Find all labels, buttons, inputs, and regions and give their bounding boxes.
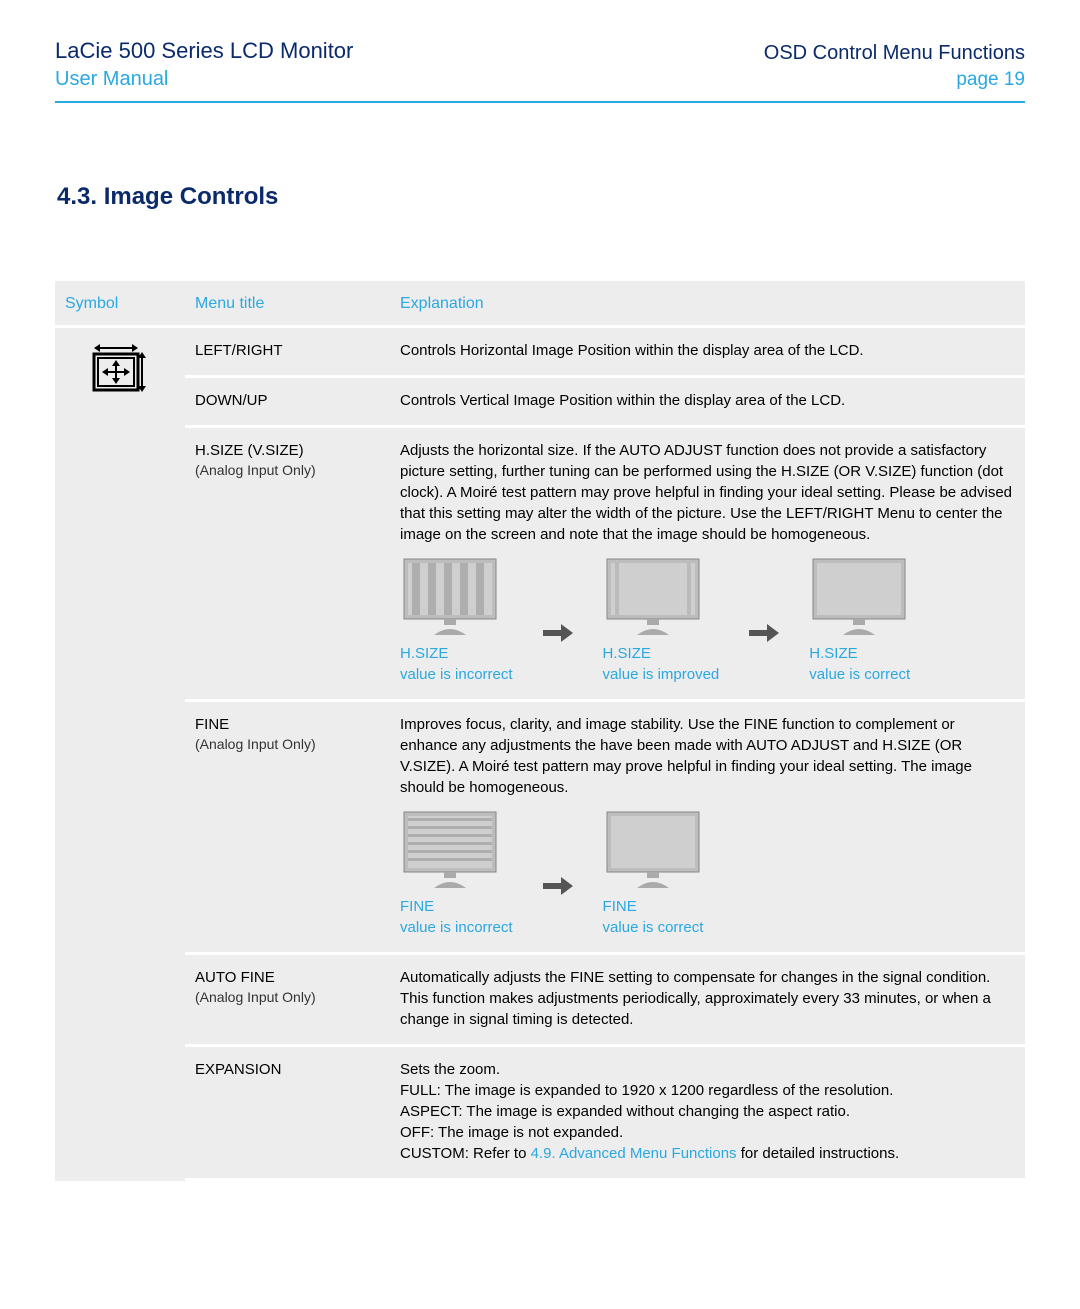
explanation-cell: Controls Horizontal Image Position withi… <box>390 327 1025 377</box>
controls-table: Symbol Menu title Explanation <box>55 281 1025 1181</box>
menu-title-cell: FINE (Analog Input Only) <box>185 701 390 954</box>
menu-title-cell: LEFT/RIGHT <box>185 327 390 377</box>
explanation-cell: Controls Vertical Image Position within … <box>390 377 1025 427</box>
explanation-text: Improves focus, clarity, and image stabi… <box>400 714 1015 798</box>
document-type: User Manual <box>55 68 353 91</box>
cross-reference-link[interactable]: 4.9. Advanced Menu Functions <box>531 1145 737 1162</box>
explanation-text: Adjusts the horizontal size. If the AUTO… <box>400 440 1015 545</box>
exp-line5: CUSTOM: Refer to 4.9. Advanced Menu Func… <box>400 1143 1015 1164</box>
col-header-menu: Menu title <box>185 281 390 327</box>
menu-title: FINE <box>195 716 229 733</box>
menu-title: AUTO FINE <box>195 969 275 986</box>
caption-sub: value is correct <box>603 917 704 938</box>
caption-title: H.SIZE <box>809 643 857 664</box>
caption-sub: value is correct <box>809 664 910 685</box>
exp-line3: ASPECT: The image is expanded without ch… <box>400 1101 1015 1122</box>
table-row: LEFT/RIGHT Controls Horizontal Image Pos… <box>55 327 1025 377</box>
menu-title: DOWN/UP <box>195 392 268 409</box>
monitor-fine-incorrect-icon <box>400 810 500 890</box>
diagram-item: FINE value is incorrect <box>400 810 513 938</box>
page-header: LaCie 500 Series LCD Monitor User Manual… <box>55 38 1025 103</box>
diagram-item: H.SIZE value is correct <box>809 557 910 685</box>
diagram-item: H.SIZE value is incorrect <box>400 557 513 685</box>
page-number: page 19 <box>764 69 1025 91</box>
monitor-fine-correct-icon <box>603 810 703 890</box>
table-row: EXPANSION Sets the zoom. FULL: The image… <box>55 1046 1025 1180</box>
caption-sub: value is incorrect <box>400 917 513 938</box>
image-controls-icon <box>90 344 150 398</box>
caption-title: H.SIZE <box>400 643 448 664</box>
chapter-title: OSD Control Menu Functions <box>764 42 1025 65</box>
menu-title-cell: H.SIZE (V.SIZE) (Analog Input Only) <box>185 427 390 701</box>
menu-subtitle: (Analog Input Only) <box>195 988 380 1008</box>
header-left: LaCie 500 Series LCD Monitor User Manual <box>55 38 353 91</box>
col-header-symbol: Symbol <box>55 281 185 327</box>
menu-title-cell: EXPANSION <box>185 1046 390 1180</box>
header-right: OSD Control Menu Functions page 19 <box>764 42 1025 91</box>
fine-diagram: FINE value is incorrect <box>400 810 1015 938</box>
exp-line5-post: for detailed instructions. <box>737 1145 900 1162</box>
caption-sub: value is improved <box>603 664 720 685</box>
product-title: LaCie 500 Series LCD Monitor <box>55 38 353 64</box>
explanation-cell: Improves focus, clarity, and image stabi… <box>390 701 1025 954</box>
symbol-cell <box>55 327 185 1180</box>
monitor-correct-icon <box>809 557 909 637</box>
monitor-incorrect-icon <box>400 557 500 637</box>
table-header-row: Symbol Menu title Explanation <box>55 281 1025 327</box>
explanation-cell: Adjusts the horizontal size. If the AUTO… <box>390 427 1025 701</box>
col-header-explanation: Explanation <box>390 281 1025 327</box>
caption-title: H.SIZE <box>603 643 651 664</box>
arrow-right-icon <box>543 877 573 895</box>
explanation-cell: Sets the zoom. FULL: The image is expand… <box>390 1046 1025 1180</box>
monitor-improved-icon <box>603 557 703 637</box>
exp-line1: Sets the zoom. <box>400 1059 1015 1080</box>
table-row: DOWN/UP Controls Vertical Image Position… <box>55 377 1025 427</box>
table-row: AUTO FINE (Analog Input Only) Automatica… <box>55 954 1025 1046</box>
menu-title: EXPANSION <box>195 1061 281 1078</box>
menu-title: LEFT/RIGHT <box>195 342 283 359</box>
explanation-cell: Automatically adjusts the FINE setting t… <box>390 954 1025 1046</box>
menu-title-cell: AUTO FINE (Analog Input Only) <box>185 954 390 1046</box>
diagram-item: H.SIZE value is improved <box>603 557 720 685</box>
menu-subtitle: (Analog Input Only) <box>195 461 380 481</box>
menu-title-cell: DOWN/UP <box>185 377 390 427</box>
arrow-right-icon <box>543 624 573 642</box>
caption-title: FINE <box>603 896 637 917</box>
caption-sub: value is incorrect <box>400 664 513 685</box>
exp-line5-pre: CUSTOM: Refer to <box>400 1145 531 1162</box>
exp-line2: FULL: The image is expanded to 1920 x 12… <box>400 1080 1015 1101</box>
table-row: FINE (Analog Input Only) Improves focus,… <box>55 701 1025 954</box>
hsize-diagram: H.SIZE value is incorrect <box>400 557 1015 685</box>
caption-title: FINE <box>400 896 434 917</box>
table-row: H.SIZE (V.SIZE) (Analog Input Only) Adju… <box>55 427 1025 701</box>
exp-line4: OFF: The image is not expanded. <box>400 1122 1015 1143</box>
arrow-right-icon <box>749 624 779 642</box>
menu-title: H.SIZE (V.SIZE) <box>195 442 304 459</box>
manual-page: LaCie 500 Series LCD Monitor User Manual… <box>0 0 1080 1241</box>
section-heading: 4.3. Image Controls <box>57 183 1025 211</box>
menu-subtitle: (Analog Input Only) <box>195 735 380 755</box>
diagram-item: FINE value is correct <box>603 810 704 938</box>
